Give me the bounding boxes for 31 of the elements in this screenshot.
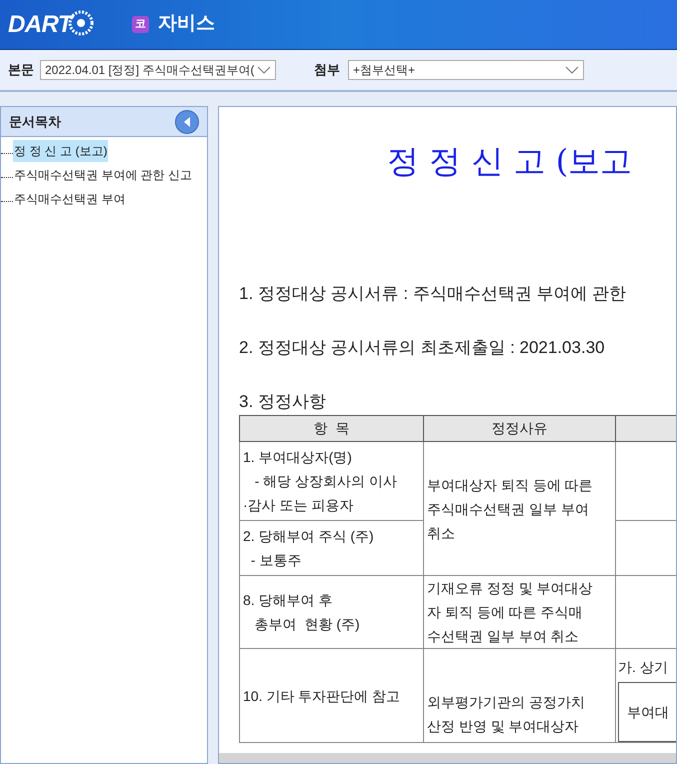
logo-text: DART [8, 10, 72, 40]
column-header: 정정사유 [424, 416, 616, 442]
chevron-icon [257, 66, 271, 74]
inner-box-text: 부여대 [627, 702, 669, 722]
table-cell: 기재오류 정정 및 부여대상 자 퇴직 등에 따른 주식매 수선택권 일부 부여 취소 [424, 576, 616, 648]
table-cell: 10. 기타 투자판단에 참고 [240, 648, 424, 742]
app-name: 자비스 [158, 12, 215, 36]
attach-select[interactable]: +첨부선택+ [348, 60, 584, 80]
chevron-icon [565, 66, 579, 74]
app-badge: 코 [132, 16, 149, 33]
table-cell: 1. 부여대상자(명) - 해당 상장회사의 이사 ·감사 또는 피용자 [240, 442, 424, 520]
left-triangle-icon [184, 116, 190, 126]
sidebar-title: 문서목차 [9, 112, 61, 131]
table-cell: 2. 당해부여 주식 (주) - 보통주 [240, 520, 424, 576]
document-title: 정 정 신 고 (보고 [387, 141, 634, 182]
document-line: 2. 정정대상 공시서류의 최초제출일 : 2021.03.30 [239, 337, 606, 359]
document-line: 3. 정정사항 [239, 391, 327, 413]
column-header: 항 목 [240, 416, 424, 442]
toc-item[interactable]: 주식매수선택권 부여 [13, 188, 126, 210]
document-line: 1. 정정대상 공시서류 : 주식매수선택권 부여에 관한 [239, 283, 628, 305]
toc-item[interactable]: 주식매수선택권 부여에 관한 신고 [13, 164, 194, 186]
table-cell-text: 가. 상기 [618, 658, 669, 677]
main-label: 본문 [8, 61, 34, 80]
collapse-button[interactable] [175, 110, 199, 134]
attach-label: 첨부 [314, 61, 340, 80]
table-cell: 부여대상자 퇴직 등에 따른 주식매수선택권 일부 부여 취소 [424, 442, 616, 576]
table-cell: 8. 당해부여 후 총부여 현황 (주) [240, 576, 424, 648]
table-cell: 외부평가기관의 공정가치 산정 반영 및 부여대상자 [424, 648, 616, 742]
main-select[interactable]: 2022.04.01 [정정] 주식매수선택권부여( [40, 60, 276, 80]
toc-item[interactable]: 정 정 신 고 (보고) [13, 140, 108, 162]
horizontal-scrollbar[interactable] [219, 753, 676, 763]
